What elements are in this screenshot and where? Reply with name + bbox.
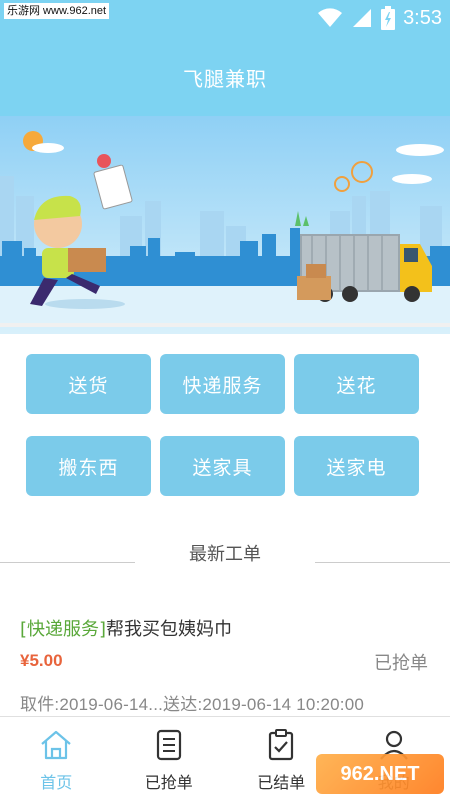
order-status: 已抢单 (374, 653, 428, 674)
order-price: ¥5.00 (20, 651, 63, 670)
nav-label-home: 首页 (40, 773, 73, 792)
page-title: 飞腿兼职 (183, 66, 267, 91)
section-header: 最新工单 (0, 532, 450, 572)
category-button-appliance[interactable]: 送家电 (294, 436, 419, 496)
clock: 3:53 (403, 6, 442, 29)
status-bar: 乐游网 www.962.net 3:53 (0, 0, 450, 38)
nav-item-home[interactable]: 首页 (0, 717, 113, 800)
category-grid: 送货 快递服务 送花 搬东西 送家具 送家电 (26, 354, 421, 496)
battery-icon (381, 6, 396, 30)
status-icons: 3:53 (317, 6, 442, 30)
category-button-furniture[interactable]: 送家具 (160, 436, 285, 496)
nav-item-grabbed[interactable]: 已抢单 (113, 717, 226, 800)
order-time: 取件:2019-06-14...送达:2019-06-14 10:20:00 (20, 695, 365, 714)
watermark-logo: 962.NET (316, 754, 444, 794)
nav-label-completed: 已结单 (257, 773, 306, 792)
order-title: [快递服务]帮我买包姨妈巾 (20, 615, 232, 641)
watermark-text: 乐游网 www.962.net (4, 3, 110, 19)
nav-label-grabbed: 已抢单 (144, 773, 193, 792)
divider-right (315, 562, 450, 563)
home-icon (41, 730, 71, 760)
document-icon (156, 729, 181, 761)
order-tag: [快递服务] (20, 619, 107, 640)
clipboard-check-icon (269, 729, 294, 761)
order-name: 帮我买包姨妈巾 (106, 619, 233, 640)
banner-image[interactable] (0, 116, 450, 334)
app-header: 飞腿兼职 (0, 38, 450, 116)
signal-icon (353, 9, 372, 27)
category-button-delivery[interactable]: 送货 (26, 354, 151, 414)
category-button-express[interactable]: 快递服务 (160, 354, 285, 414)
category-button-flowers[interactable]: 送花 (294, 354, 419, 414)
order-list-item[interactable]: [快递服务]帮我买包姨妈巾 ¥5.00 已抢单 取件:2019-06-14...… (20, 612, 432, 716)
category-button-moving[interactable]: 搬东西 (26, 436, 151, 496)
wifi-icon (318, 8, 343, 27)
